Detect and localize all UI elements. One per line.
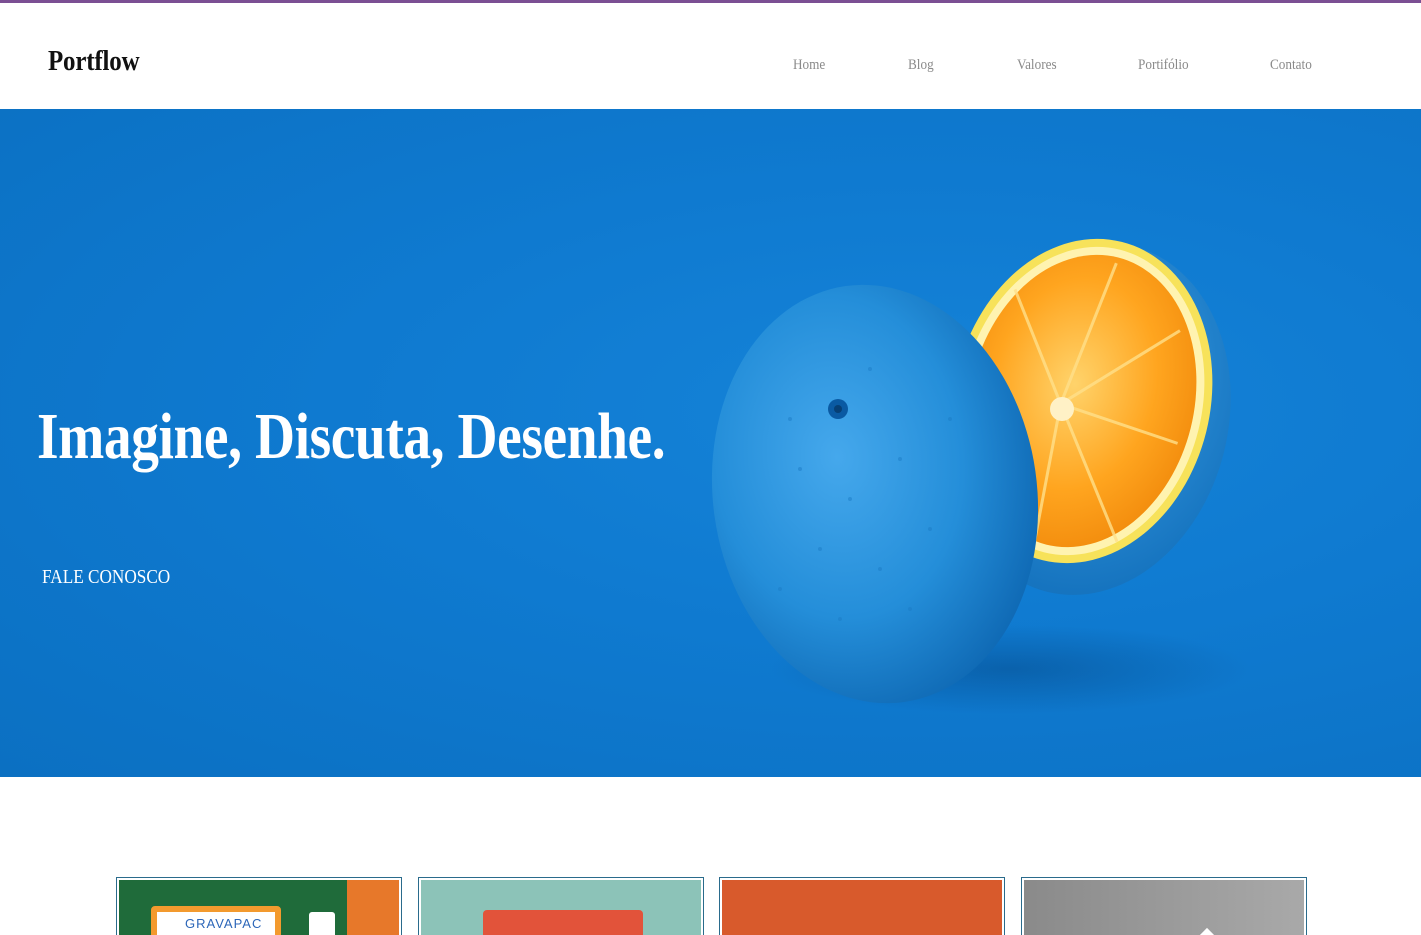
bag-shape xyxy=(483,910,643,935)
package-shape: GRAVAPAC xyxy=(151,906,281,935)
hero-title: Imagine, Discuta, Desenhe. xyxy=(37,400,666,473)
nav-item-contato[interactable]: Contato xyxy=(1270,57,1312,74)
nav-item-valores[interactable]: Valores xyxy=(1017,57,1057,74)
portfolio-card-image xyxy=(722,880,1002,935)
hero-banner: Imagine, Discuta, Desenhe. FALE CONOSCO xyxy=(0,109,1421,777)
nav-item-home[interactable]: Home xyxy=(793,57,825,74)
portfolio-card-image: GRAVAPAC xyxy=(119,880,399,935)
portfolio-card-4[interactable] xyxy=(1021,877,1307,935)
white-shape xyxy=(1199,927,1215,935)
package-shape-small xyxy=(309,912,335,935)
nav-item-portifolio[interactable]: Portifólio xyxy=(1138,57,1189,74)
portfolio-card-2[interactable] xyxy=(418,877,704,935)
portfolio-grid: GRAVAPAC xyxy=(0,877,1421,935)
package-label: GRAVAPAC xyxy=(185,916,263,931)
nav-item-blog[interactable]: Blog xyxy=(908,57,934,74)
contact-us-button[interactable]: FALE CONOSCO xyxy=(42,566,170,589)
portfolio-card-image xyxy=(1024,880,1304,935)
portfolio-card-1[interactable]: GRAVAPAC xyxy=(116,877,402,935)
site-header: Portflow Home Blog Valores Portifólio Co… xyxy=(0,3,1421,109)
portfolio-card-accent xyxy=(347,880,399,935)
portfolio-card-image xyxy=(421,880,701,935)
main-nav: Home Blog Valores Portifólio Contato xyxy=(0,57,1421,77)
portfolio-card-3[interactable] xyxy=(719,877,1005,935)
blue-orange-image xyxy=(711,238,1250,714)
